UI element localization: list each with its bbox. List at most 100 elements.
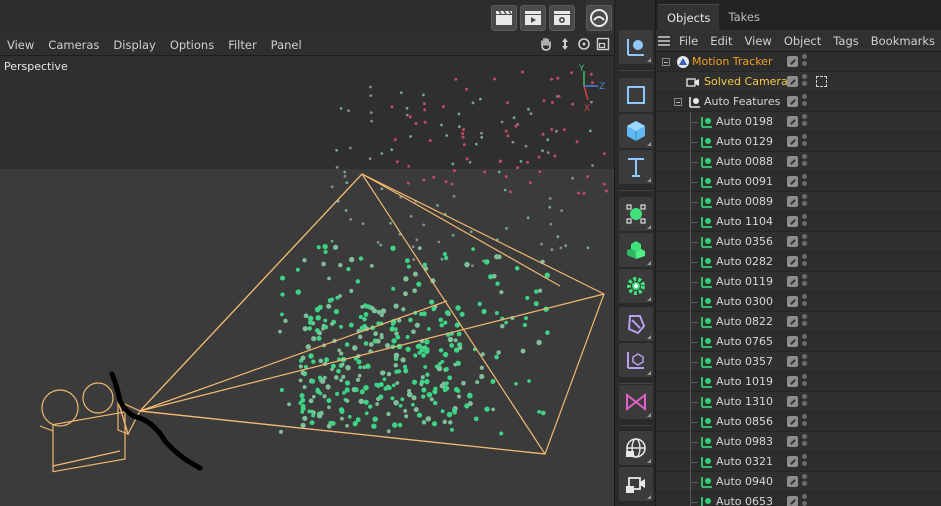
object-row-feature[interactable]: Auto 0119 xyxy=(656,272,941,292)
object-row-feature[interactable]: Auto 1310 xyxy=(656,392,941,412)
menu-view-objects[interactable]: View xyxy=(745,34,772,48)
cube-button[interactable] xyxy=(619,114,653,148)
object-row-feature[interactable]: Auto 0198 xyxy=(656,112,941,132)
object-name[interactable]: Auto 0089 xyxy=(716,195,773,208)
menu-bookmarks[interactable]: Bookmarks xyxy=(871,34,935,48)
visibility-dots[interactable] xyxy=(802,314,808,330)
object-name[interactable]: Auto 0940 xyxy=(716,475,773,488)
interactive-render-button[interactable] xyxy=(586,5,612,31)
pan-hand-icon[interactable] xyxy=(538,36,553,52)
object-name[interactable]: Auto 0282 xyxy=(716,255,773,268)
perspective-viewport[interactable]: Y Z X Perspective xyxy=(0,56,614,506)
object-row-camera[interactable]: Solved Camera xyxy=(656,72,941,92)
menu-file[interactable]: File xyxy=(679,34,698,48)
enable-checkbox[interactable] xyxy=(787,376,798,387)
visibility-dots[interactable] xyxy=(802,374,808,390)
visibility-dots[interactable] xyxy=(802,154,808,170)
visibility-dots[interactable] xyxy=(802,414,808,430)
enable-checkbox[interactable] xyxy=(787,76,798,87)
menu-view[interactable]: View xyxy=(7,38,34,52)
null-axis-button[interactable] xyxy=(619,343,653,377)
object-row-tracker[interactable]: Motion Tracker xyxy=(656,52,941,72)
enable-checkbox[interactable] xyxy=(787,256,798,267)
text-button[interactable] xyxy=(619,150,653,184)
visibility-dots[interactable] xyxy=(802,234,808,250)
cube-outline-button[interactable] xyxy=(619,78,653,112)
menu-options[interactable]: Options xyxy=(170,38,214,52)
visibility-dots[interactable] xyxy=(802,334,808,350)
object-name[interactable]: Auto 1310 xyxy=(716,395,773,408)
enable-checkbox[interactable] xyxy=(787,236,798,247)
object-name[interactable]: Auto 0822 xyxy=(716,315,773,328)
hamburger-menu-icon[interactable] xyxy=(656,35,673,47)
object-name[interactable]: Auto 0653 xyxy=(716,495,773,506)
object-row-feature[interactable]: Auto 0940 xyxy=(656,472,941,492)
enable-checkbox[interactable] xyxy=(787,176,798,187)
enable-checkbox[interactable] xyxy=(787,56,798,67)
visibility-dots[interactable] xyxy=(802,194,808,210)
object-name[interactable]: Auto 0983 xyxy=(716,435,773,448)
enable-checkbox[interactable] xyxy=(787,476,798,487)
object-name[interactable]: Auto 1019 xyxy=(716,375,773,388)
object-row-folder[interactable]: Auto Features xyxy=(656,92,941,112)
render-settings-button[interactable] xyxy=(549,5,575,31)
render-view-button[interactable] xyxy=(491,5,517,31)
expand-toggle-icon[interactable] xyxy=(662,58,670,66)
object-row-feature[interactable]: Auto 0765 xyxy=(656,332,941,352)
globe-button[interactable] xyxy=(619,431,653,465)
scene-mograph-button[interactable] xyxy=(619,385,653,419)
menu-edit[interactable]: Edit xyxy=(710,34,732,48)
object-row-feature[interactable]: Auto 1019 xyxy=(656,372,941,392)
object-name[interactable]: Auto 0091 xyxy=(716,175,773,188)
enable-checkbox[interactable] xyxy=(787,416,798,427)
object-name[interactable]: Auto 0356 xyxy=(716,235,773,248)
visibility-dots[interactable] xyxy=(802,494,808,506)
menu-display[interactable]: Display xyxy=(113,38,155,52)
object-name[interactable]: Auto 0119 xyxy=(716,275,773,288)
visibility-dots[interactable] xyxy=(802,434,808,450)
visibility-dots[interactable] xyxy=(802,94,808,110)
menu-panel[interactable]: Panel xyxy=(271,38,302,52)
object-row-feature[interactable]: Auto 0357 xyxy=(656,352,941,372)
live-selection-button[interactable] xyxy=(619,30,653,64)
object-row-feature[interactable]: Auto 0091 xyxy=(656,172,941,192)
visibility-dots[interactable] xyxy=(802,54,808,70)
tab-takes[interactable]: Takes xyxy=(719,4,769,30)
cloner-button[interactable] xyxy=(619,233,653,267)
menu-object[interactable]: Object xyxy=(784,34,821,48)
object-row-feature[interactable]: Auto 0129 xyxy=(656,132,941,152)
visibility-dots[interactable] xyxy=(802,274,808,290)
object-row-feature[interactable]: Auto 0321 xyxy=(656,452,941,472)
maximize-view-icon[interactable] xyxy=(595,36,610,52)
menu-cameras[interactable]: Cameras xyxy=(48,38,99,52)
enable-checkbox[interactable] xyxy=(787,136,798,147)
menu-filter[interactable]: Filter xyxy=(228,38,256,52)
enable-checkbox[interactable] xyxy=(787,496,798,506)
object-name[interactable]: Auto 0198 xyxy=(716,115,773,128)
deformer-button[interactable] xyxy=(619,307,653,341)
object-name[interactable]: Auto 0357 xyxy=(716,355,773,368)
enable-checkbox[interactable] xyxy=(787,336,798,347)
object-row-feature[interactable]: Auto 0088 xyxy=(656,152,941,172)
object-row-feature[interactable]: Auto 1104 xyxy=(656,212,941,232)
enable-checkbox[interactable] xyxy=(787,156,798,167)
object-name[interactable]: Auto 0765 xyxy=(716,335,773,348)
pen-spline-button[interactable] xyxy=(619,197,653,231)
camera-tracker-button[interactable] xyxy=(619,467,653,501)
object-row-feature[interactable]: Auto 0856 xyxy=(656,412,941,432)
enable-checkbox[interactable] xyxy=(787,436,798,447)
object-name[interactable]: Auto Features xyxy=(704,95,780,108)
visibility-dots[interactable] xyxy=(802,174,808,190)
camera-tag-icon[interactable] xyxy=(816,76,827,87)
enable-checkbox[interactable] xyxy=(787,276,798,287)
enable-checkbox[interactable] xyxy=(787,396,798,407)
effector-button[interactable] xyxy=(619,269,653,303)
enable-checkbox[interactable] xyxy=(787,96,798,107)
enable-checkbox[interactable] xyxy=(787,316,798,327)
visibility-dots[interactable] xyxy=(802,254,808,270)
object-name[interactable]: Auto 0300 xyxy=(716,295,773,308)
visibility-dots[interactable] xyxy=(802,354,808,370)
rotate-orbit-icon[interactable] xyxy=(576,36,591,52)
object-row-feature[interactable]: Auto 0282 xyxy=(656,252,941,272)
visibility-dots[interactable] xyxy=(802,294,808,310)
